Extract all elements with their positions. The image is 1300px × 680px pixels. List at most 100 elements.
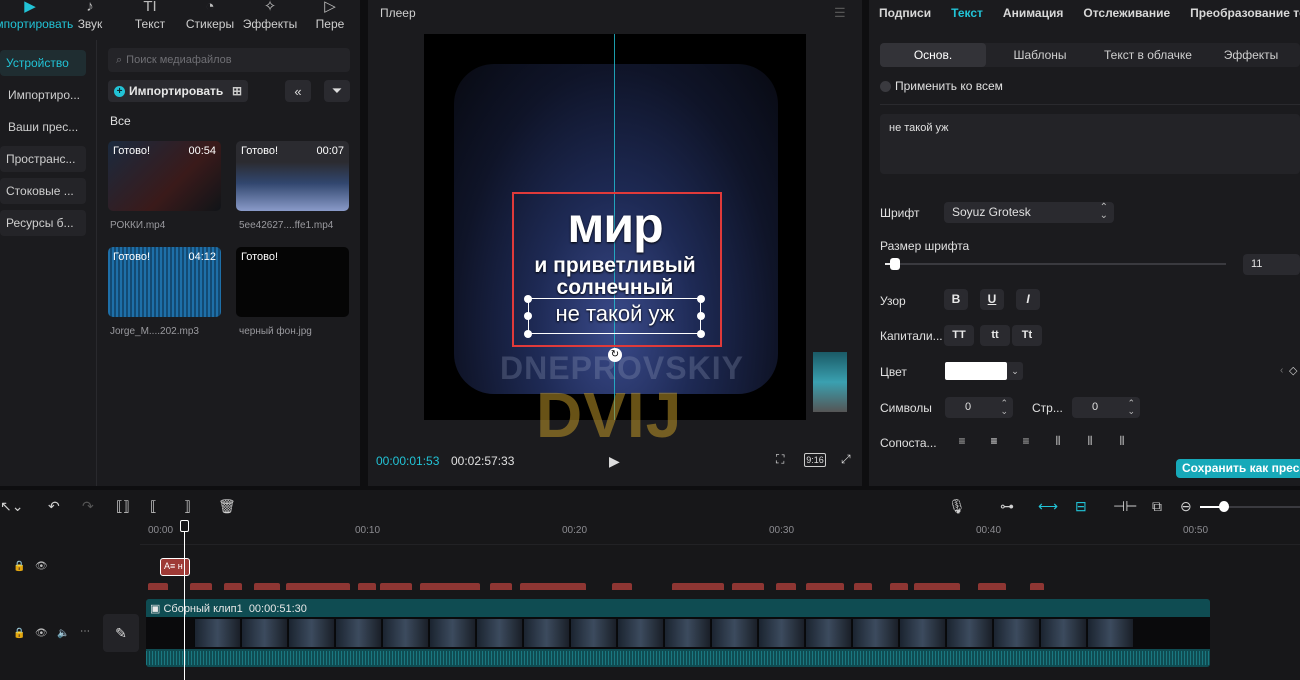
collapse-button[interactable]: « bbox=[285, 80, 311, 102]
eye-icon[interactable]: 👁 bbox=[35, 561, 48, 572]
tab-tracking[interactable]: Отслеживание bbox=[1073, 0, 1180, 28]
main-video-clip[interactable]: ▣ Сборный клип1 00:00:51:30 bbox=[146, 599, 1210, 667]
resize-handle[interactable] bbox=[524, 330, 532, 338]
titlecase-button[interactable]: Tt bbox=[1012, 325, 1042, 346]
media-item[interactable]: Готово! 04:12 bbox=[108, 247, 221, 317]
edit-cover-button[interactable]: ✎ bbox=[103, 614, 139, 652]
side-item-import[interactable]: Импортиро... bbox=[0, 82, 86, 108]
font-select[interactable]: Soyuz Grotesk ⌃ ⌄ bbox=[944, 202, 1114, 223]
side-item-spaces[interactable]: Пространс... bbox=[0, 146, 86, 172]
tab-import[interactable]: ▶Импортировать bbox=[0, 0, 73, 40]
italic-button[interactable]: I bbox=[1016, 289, 1040, 310]
tab-effects[interactable]: ✧ Эффекты bbox=[240, 0, 300, 40]
text-clip-mini[interactable] bbox=[732, 583, 764, 590]
text-clip-mini[interactable] bbox=[420, 583, 480, 590]
text-clip-mini[interactable] bbox=[190, 583, 212, 590]
align-vertical-bottom-icon[interactable]: ⫴ bbox=[1112, 434, 1132, 450]
resize-handle[interactable] bbox=[524, 295, 532, 303]
text-clip-mini[interactable] bbox=[380, 583, 412, 590]
subtab-effects[interactable]: Эффекты bbox=[1202, 43, 1300, 67]
subtab-basic[interactable]: Основ. bbox=[880, 43, 986, 67]
playhead[interactable] bbox=[184, 522, 185, 680]
text-clip-mini[interactable] bbox=[612, 583, 632, 590]
fit-screen-icon[interactable]: ⛶ bbox=[776, 452, 784, 467]
zoom-out-icon[interactable]: ⊖ bbox=[1180, 498, 1192, 515]
apply-all-checkbox[interactable]: Применить ко всем bbox=[880, 79, 1003, 93]
font-size-input[interactable]: 11 bbox=[1243, 254, 1300, 275]
lowercase-button[interactable]: tt bbox=[980, 325, 1010, 346]
text-bounding-box[interactable] bbox=[528, 298, 701, 334]
char-spacing-input[interactable]: 0 ⌃ ⌄ bbox=[945, 397, 1013, 418]
text-clip-mini[interactable] bbox=[148, 583, 168, 590]
fullscreen-icon[interactable]: ⤢ bbox=[841, 452, 851, 467]
preview-icon[interactable]: ⧉ bbox=[1152, 498, 1162, 515]
tab-transform[interactable]: Преобразование те bbox=[1180, 0, 1300, 28]
align-left-icon[interactable]: ≡ bbox=[952, 434, 972, 450]
grid-icon[interactable]: ⊞ bbox=[232, 84, 242, 98]
side-item-device[interactable]: Устройство bbox=[0, 50, 86, 76]
text-clip-mini[interactable] bbox=[1030, 583, 1044, 590]
align-center-icon[interactable]: ≡ bbox=[984, 434, 1004, 450]
resize-handle[interactable] bbox=[524, 312, 532, 320]
text-clip-mini[interactable] bbox=[672, 583, 724, 590]
text-clip-mini[interactable] bbox=[806, 583, 844, 590]
aspect-ratio-button[interactable]: 9:16 bbox=[804, 453, 826, 467]
text-clip-mini[interactable] bbox=[520, 583, 586, 590]
tab-audio[interactable]: ♪ Звук bbox=[60, 0, 120, 40]
playhead-handle[interactable] bbox=[180, 520, 189, 532]
text-clip-mini[interactable] bbox=[854, 583, 872, 590]
media-item[interactable]: Готово! 00:54 bbox=[108, 141, 221, 211]
split-view-icon[interactable]: ⊣⊢ bbox=[1113, 498, 1137, 515]
text-clip[interactable]: А≡ н bbox=[160, 558, 190, 576]
text-clip-mini[interactable] bbox=[890, 583, 908, 590]
underline-button[interactable]: U bbox=[980, 289, 1004, 310]
linkage-icon[interactable]: ⊟ bbox=[1075, 498, 1087, 515]
lock-icon[interactable]: 🔒 bbox=[13, 561, 25, 572]
filter-all-label[interactable]: Все bbox=[110, 114, 131, 128]
side-item-resources[interactable]: Ресурсы б... bbox=[0, 210, 86, 236]
keyframe-icon[interactable]: ◇ bbox=[1289, 364, 1297, 377]
import-button[interactable]: + Импортировать ⊞ bbox=[108, 80, 248, 102]
bold-button[interactable]: B bbox=[944, 289, 968, 310]
chevron-down-icon[interactable]: ⌄ bbox=[1007, 362, 1023, 380]
zoom-slider-knob[interactable] bbox=[1219, 501, 1229, 512]
font-size-slider-knob[interactable] bbox=[889, 258, 900, 270]
side-item-stock[interactable]: Стоковые ... bbox=[0, 178, 86, 204]
subtab-bubble[interactable]: Текст в облачке bbox=[1094, 43, 1202, 67]
media-item[interactable]: Готово! 00:07 bbox=[236, 141, 349, 211]
lock-icon[interactable]: 🔒 bbox=[13, 628, 25, 639]
tab-transitions[interactable]: ▷ Пере bbox=[300, 0, 360, 40]
delete-icon[interactable]: 🗑 bbox=[218, 498, 236, 515]
menu-icon[interactable]: ☰ bbox=[834, 5, 846, 21]
speaker-icon[interactable]: 🔈 bbox=[57, 628, 69, 639]
redo-icon[interactable]: ↷ bbox=[82, 498, 94, 515]
text-content-field[interactable]: не такой уж bbox=[880, 114, 1300, 174]
text-clip-mini[interactable] bbox=[776, 583, 796, 590]
align-right-icon[interactable]: ≡ bbox=[1016, 434, 1036, 450]
split-icon[interactable]: ⟦⟧ bbox=[116, 498, 130, 515]
resize-handle[interactable] bbox=[697, 330, 705, 338]
search-input[interactable]: ⌕ Поиск медиафайлов bbox=[108, 48, 350, 72]
more-icon[interactable]: ⋯ bbox=[80, 626, 90, 637]
trim-left-icon[interactable]: ⟦ bbox=[150, 498, 157, 515]
play-icon[interactable]: ▶ bbox=[609, 453, 620, 470]
save-preset-button[interactable]: Сохранить как пресе bbox=[1176, 459, 1300, 478]
text-clip-mini[interactable] bbox=[254, 583, 280, 590]
subtab-templates[interactable]: Шаблоны bbox=[986, 43, 1094, 67]
text-clip-mini[interactable] bbox=[490, 583, 512, 590]
eye-icon[interactable]: 👁 bbox=[35, 628, 48, 639]
snap-icon[interactable]: ⟷ bbox=[1038, 498, 1058, 515]
media-item[interactable]: Готово! bbox=[236, 247, 349, 317]
font-size-slider[interactable] bbox=[885, 263, 1226, 265]
tab-text-props[interactable]: Текст bbox=[941, 0, 993, 28]
undo-icon[interactable]: ↶ bbox=[48, 498, 60, 515]
microphone-icon[interactable]: 🎙 bbox=[948, 498, 966, 515]
side-item-presets[interactable]: Ваши прес... bbox=[0, 114, 86, 140]
resize-handle[interactable] bbox=[697, 295, 705, 303]
cursor-tool-icon[interactable]: ↖⌄ bbox=[0, 498, 23, 515]
trim-right-icon[interactable]: ⟧ bbox=[184, 498, 191, 515]
text-clip-mini[interactable] bbox=[978, 583, 1006, 590]
color-swatch[interactable] bbox=[945, 362, 1007, 380]
sort-filter-button[interactable]: ⏷ bbox=[324, 80, 350, 102]
rotate-handle-icon[interactable]: ↻ bbox=[608, 348, 622, 362]
